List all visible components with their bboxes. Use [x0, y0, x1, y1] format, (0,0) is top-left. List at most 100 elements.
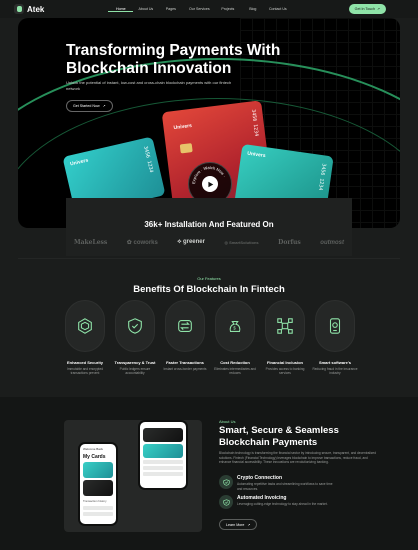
- about-item-title: Crypto Connection: [237, 475, 282, 481]
- about-title: Smart, Secure & Seamless Blockchain Paym…: [219, 425, 339, 448]
- shield-check-icon: [128, 318, 142, 334]
- about-item-title: Automated Invoicing: [237, 495, 287, 501]
- top-navbar: Atek Home About Us Pages Our Services Pr…: [0, 0, 418, 18]
- card-number: 3456 1234: [316, 162, 327, 191]
- feature-card: Enhanced Security Immutable and encrypte…: [62, 300, 108, 376]
- logo-mark-icon: [14, 4, 24, 14]
- feature-title: Financial Inclusion: [266, 360, 303, 365]
- cta-label: Get In Touch: [354, 7, 375, 11]
- network-nodes-icon: [277, 318, 293, 334]
- shield-check-icon: [222, 498, 230, 506]
- phone-mini-card: [143, 444, 183, 458]
- shield-cube-icon: [78, 318, 92, 334]
- card-brand: Univers: [173, 122, 193, 132]
- ring-text-label: Explore · Watch Now ·: [191, 165, 227, 184]
- hero-subtitle: Unlock the potential of instant, low-cos…: [66, 80, 232, 91]
- nav-item-pages[interactable]: Pages: [158, 7, 183, 12]
- feature-title: Faster Transactions: [166, 360, 204, 365]
- feature-icon-pill: [265, 300, 305, 352]
- svg-text:$: $: [233, 326, 236, 331]
- brand-logo[interactable]: Atek: [14, 4, 44, 14]
- exchange-arrows-icon: [178, 320, 192, 332]
- card-number: 3456 1234: [142, 145, 155, 174]
- feature-icon-pill: [165, 300, 205, 352]
- phone-mockup-wallet: [138, 420, 188, 490]
- partner-logo-smart-solutions: ◎ SmartSolutions: [224, 240, 259, 245]
- feature-desc: Reducing fraud in the insurance industry: [312, 367, 358, 376]
- learn-more-button[interactable]: Learn More ↗: [219, 519, 258, 530]
- get-started-label: Get Started Now: [73, 104, 100, 108]
- phone-mockup-cards: Welcome Back My Cards Transaction histor…: [78, 442, 118, 526]
- about-item-crypto: Crypto Connection Automating repetitive …: [219, 475, 337, 491]
- section-divider: [18, 258, 400, 259]
- feature-desc: Instant cross-border payments: [163, 367, 207, 371]
- feature-desc: Provides access to banking services: [265, 367, 305, 376]
- phone-greeting: Welcome Back: [83, 447, 103, 451]
- phone-title: My Cards: [83, 454, 106, 460]
- feature-title: Smart software's: [318, 360, 352, 365]
- feature-title: Enhanced Security: [66, 360, 103, 365]
- about-item-desc: Leveraging cutting-edge technology to st…: [237, 502, 328, 506]
- phone-list-row: [143, 472, 183, 476]
- nav-item-contact[interactable]: Contact Us: [265, 7, 290, 12]
- card-number: 3456 1234: [249, 108, 260, 137]
- arrow-up-right-icon: ↗: [376, 7, 380, 11]
- feature-card: Smart software's Reducing fraud in the i…: [312, 300, 358, 376]
- nav-item-blog[interactable]: Blog: [240, 7, 265, 12]
- feature-icon-pill: [315, 300, 355, 352]
- partner-logo-coworks: ✿ coworks: [126, 240, 158, 246]
- hero-section: Transforming Payments With Blockchain In…: [18, 18, 400, 228]
- arrow-up-right-icon: ↗: [102, 104, 106, 108]
- feature-card: Financial Inclusion Provides access to b…: [262, 300, 308, 376]
- phone-mini-card-dark: [143, 428, 183, 442]
- feature-title: Transparency & Trust: [114, 360, 156, 365]
- feature-icon-pill: $: [215, 300, 255, 352]
- about-section: [0, 397, 418, 550]
- phone-history-row: [83, 512, 113, 516]
- about-item-invoicing: Automated Invoicing Leveraging cutting-e…: [219, 495, 337, 509]
- feature-card: $ Cost Reduction Eliminates intermediari…: [212, 300, 258, 376]
- arrow-up-right-icon: ↗: [247, 522, 251, 527]
- feature-desc: Eliminates intermediaries and reduces: [214, 367, 256, 376]
- about-item-icon-circle: [219, 475, 233, 489]
- phone-mini-card-dark: [83, 480, 113, 496]
- nav-item-projects[interactable]: Projects: [215, 7, 240, 12]
- shield-check-icon: [222, 478, 230, 486]
- feature-icon-pill: [65, 300, 105, 352]
- feature-icon-pill: [115, 300, 155, 352]
- feature-card: Faster Transactions Instant cross-border…: [162, 300, 208, 376]
- feature-card: Transparency & Trust Public ledgers ensu…: [112, 300, 158, 376]
- get-in-touch-button[interactable]: Get In Touch ↗: [348, 4, 386, 14]
- about-item-desc: Automating repetitive tasks and streamli…: [237, 482, 333, 491]
- features-title: Benefits Of Blockchain In Fintech: [133, 284, 285, 295]
- phone-list-row: [143, 460, 183, 464]
- card-brand: Univers: [69, 157, 89, 168]
- svg-text:Explore · Watch Now ·: Explore · Watch Now ·: [191, 165, 227, 184]
- partner-logo-outmost: outmost: [320, 239, 344, 246]
- partner-logo-greener: ⟡ greener: [177, 239, 205, 245]
- install-title: 36k+ Installation And Featured On: [144, 220, 274, 229]
- nav-item-about[interactable]: About Us: [133, 7, 158, 12]
- phone-history-label: Transaction history: [83, 499, 107, 503]
- features-list: Enhanced Security Immutable and encrypte…: [62, 300, 358, 376]
- money-bag-icon: $: [229, 320, 241, 332]
- smartphone-icon: [329, 318, 341, 334]
- learn-more-label: Learn More: [226, 522, 245, 527]
- about-description: Blockchain technology is transforming th…: [219, 451, 376, 464]
- partner-logo-dorfus: Dorfus: [278, 239, 301, 246]
- phone-mockup-panel: Welcome Back My Cards Transaction histor…: [64, 420, 202, 532]
- feature-title: Cost Reduction: [220, 360, 250, 365]
- nav-item-services[interactable]: Our Services: [183, 7, 215, 12]
- main-menu: Home About Us Pages Our Services Project…: [108, 7, 290, 12]
- brand-name: Atek: [27, 4, 45, 14]
- features-tag: Our Features: [197, 276, 221, 281]
- phone-list-row: [143, 466, 183, 470]
- nav-item-home[interactable]: Home: [108, 7, 134, 12]
- get-started-button[interactable]: Get Started Now ↗: [66, 100, 113, 112]
- feature-desc: Immutable and encrypted transactions pre…: [67, 367, 103, 376]
- card-chip-icon: [179, 143, 193, 154]
- card-brand: Univers: [246, 150, 266, 160]
- hero-title: Transforming Payments With Blockchain In…: [66, 42, 281, 77]
- phone-history-row: [83, 506, 113, 510]
- partner-logo-makeless: MakeLess: [74, 239, 108, 246]
